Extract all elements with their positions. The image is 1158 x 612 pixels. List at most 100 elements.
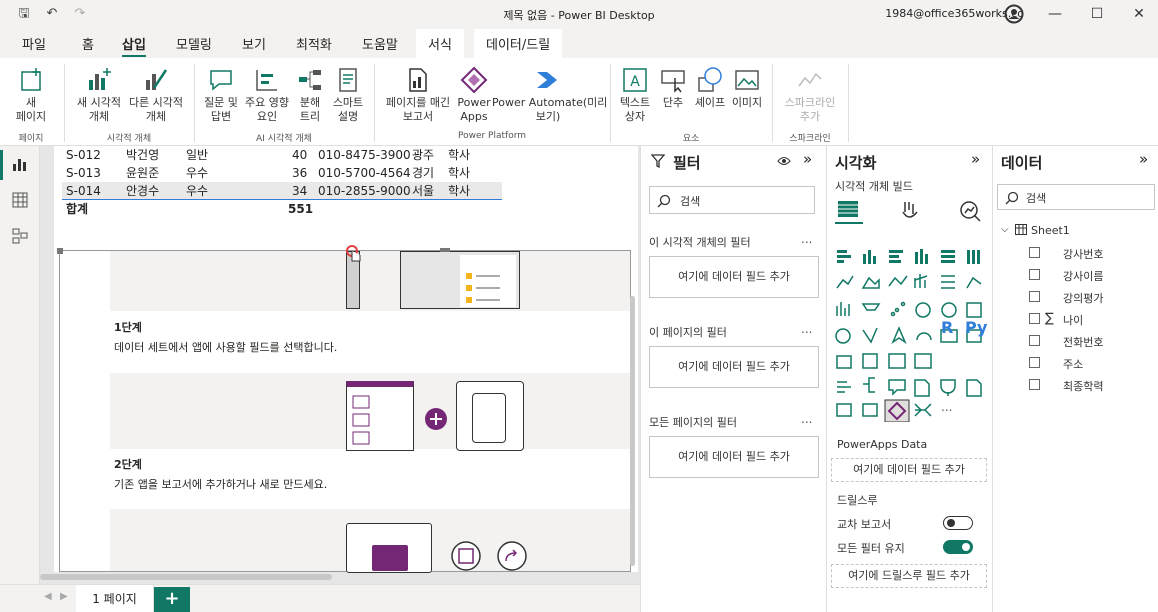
eye-icon[interactable] [777,155,791,167]
python-visual-icon[interactable]: Py [965,318,987,337]
collapse-filters-icon[interactable]: » [803,150,812,168]
step1-description: 데이터 세트에서 앱에 사용할 필드를 선택합니다. [114,341,338,354]
image-icon [735,70,759,90]
resize-handle[interactable] [57,248,63,254]
collapse-data-icon[interactable]: » [1139,150,1148,168]
tab-format[interactable]: 서식 [416,29,464,58]
active-view-indicator [0,150,3,180]
field-checkbox[interactable] [1029,291,1040,302]
tab-help[interactable]: 도움말 [362,34,398,53]
filters-search-input[interactable]: 검색 [649,186,815,214]
build-grid-icon [838,201,858,217]
new-visual-label: 새 시각적 개체 [77,96,121,123]
tab-modeling[interactable]: 모델링 [176,34,212,53]
table-row[interactable]: S-013 윤원준 우수 36 010-5700-4564 경기 학사 [62,164,502,182]
power-automate-button[interactable]: Power Automate(미리 보기) [492,66,607,124]
powerapps-button[interactable]: Power Apps [456,66,492,124]
tab-file[interactable]: 파일 [22,34,46,53]
field-checkbox[interactable] [1029,269,1040,280]
new-visual-button[interactable]: 새 시각적 개체 [72,66,126,124]
powerapps-visual[interactable]: 1단계 데이터 세트에서 앱에 사용할 필드를 선택합니다. 2단계 기존 앱을… [57,245,631,573]
button-button[interactable]: 단추 [656,66,690,110]
key-influencers-button[interactable]: 주요 영향 요인 [242,66,292,124]
more-visuals-icon[interactable]: ... [941,400,952,414]
page-filters-drop-zone[interactable]: 여기에 데이터 필드 추가 [649,346,819,388]
table-row[interactable]: S-014 안경수 우수 34 010-2855-9000 서울 학사 [62,182,502,200]
add-page-button[interactable]: + [154,587,190,612]
model-view-icon[interactable] [12,228,28,244]
field-checkbox[interactable] [1029,247,1040,258]
visual-filters-drop-zone[interactable]: 여기에 데이터 필드 추가 [649,256,819,298]
field-item[interactable]: 주소 [1063,356,1083,372]
shape-button[interactable]: 셰이프 [692,66,728,110]
build-visual-tab[interactable] [835,198,863,224]
minimize-icon[interactable]: — [1040,4,1070,24]
hand-cursor-icon [346,245,361,262]
chevron-down-icon[interactable]: ⌵ [1001,224,1009,235]
tab-insert[interactable]: 삽입 [122,34,146,57]
step2-title: 2단계 [114,458,142,471]
all-filters-drop-zone[interactable]: 여기에 데이터 필드 추가 [649,436,819,478]
all-filters-heading: 모든 페이지의 필터 [649,416,737,429]
ribbon-separator [194,64,195,142]
canvas-vertical-scrollbar[interactable] [630,296,635,566]
field-checkbox[interactable] [1029,335,1040,346]
textbox-label: 텍스트 상자 [619,96,651,123]
image-button[interactable]: 이미지 [728,66,766,110]
data-view-icon[interactable] [12,192,28,208]
analytics-icon[interactable] [959,200,981,222]
tab-home[interactable]: 홈 [82,34,94,53]
format-visual-icon[interactable] [899,200,921,222]
canvas-horizontal-scrollbar[interactable] [40,574,332,580]
collapse-visualizations-icon[interactable]: » [971,150,980,168]
paginated-report-label: 페이지를 매긴 보고서 [385,96,451,123]
powerapps-data-drop-zone[interactable]: 여기에 데이터 필드 추가 [831,458,987,482]
tab-optimize[interactable]: 최적화 [296,34,332,53]
qa-button[interactable]: 질문 및 답변 [200,66,242,124]
table-row[interactable]: S-012 박건영 일반 40 010-8475-3900 광주 학사 [62,146,502,164]
next-page-icon[interactable]: ▶ [60,591,68,602]
textbox-button[interactable]: A 텍스트 상자 [616,66,654,124]
drillthrough-drop-zone[interactable]: 여기에 드릴스루 필드 추가 [831,564,987,588]
page-filters-more-icon[interactable]: ... [801,322,812,336]
other-visual-button[interactable]: 다른 시각적 개체 [126,66,186,124]
avatar-icon[interactable] [1004,4,1024,24]
page-tab-1[interactable]: 1 페이지 [76,585,154,612]
smart-narrative-button[interactable]: 스마트 설명 [328,66,368,124]
step1-title: 1단계 [114,321,142,334]
filters-pane: 필터 » 검색 이 시각적 개체의 필터 ... 여기에 데이터 필드 추가 이… [640,146,826,612]
visual-filters-heading: 이 시각적 개체의 필터 [649,236,751,249]
prev-page-icon[interactable]: ◀ [44,591,52,602]
data-search-input[interactable]: 검색 [997,184,1155,210]
tab-view[interactable]: 보기 [242,34,266,53]
visual-filters-more-icon[interactable]: ... [801,232,812,246]
field-checkbox[interactable] [1029,379,1040,390]
field-item[interactable]: 강사번호 [1063,246,1103,262]
all-filters-more-icon[interactable]: ... [801,412,812,426]
step2-illustration [110,373,630,451]
field-checkbox[interactable] [1029,313,1040,324]
field-item[interactable]: 전화번호 [1063,334,1103,350]
new-page-button[interactable]: 새 페이지 [8,66,54,124]
resize-handle[interactable] [440,248,450,252]
tab-data-drill[interactable]: 데이터/드릴 [474,29,563,58]
decomp-tree-button[interactable]: 분해 트리 [292,66,328,124]
data-title: 데이터 [1001,154,1043,172]
keep-filters-toggle[interactable] [943,540,973,554]
data-table-name[interactable]: Sheet1 [1031,224,1070,237]
r-visual-icon[interactable]: R [941,318,953,337]
maximize-icon[interactable]: ☐ [1082,4,1112,24]
share-circle-icon [497,541,527,571]
close-icon[interactable]: ✕ [1124,4,1154,24]
cross-report-toggle[interactable] [943,516,973,530]
field-item[interactable]: 나이 [1063,312,1083,328]
sparkline-button[interactable]: 스파크라인 추가 [778,66,842,124]
title-bar: 🖫 ↶ ↷ 제목 없음 - Power BI Desktop 1984@offi… [0,0,1158,28]
report-view-icon[interactable] [12,156,28,172]
page-filters-heading: 이 페이지의 필터 [649,326,727,339]
field-item[interactable]: 최종학력 [1063,378,1103,394]
paginated-report-button[interactable]: 페이지를 매긴 보고서 [380,66,456,124]
field-checkbox[interactable] [1029,357,1040,368]
field-item[interactable]: 강사이름 [1063,268,1103,284]
field-item[interactable]: 강의평가 [1063,290,1103,306]
